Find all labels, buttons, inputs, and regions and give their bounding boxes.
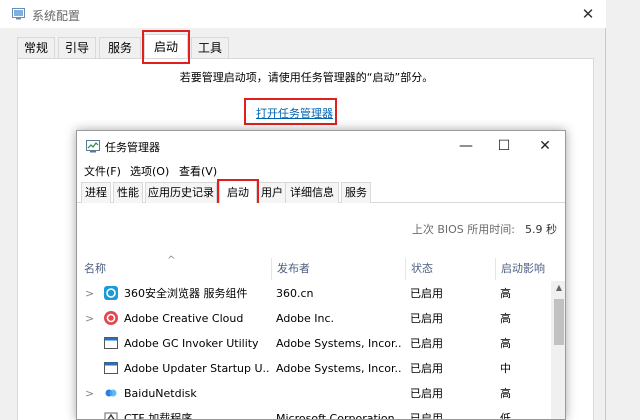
- app-name: BaiduNetdisk: [124, 387, 197, 400]
- system-config-icon: [12, 8, 25, 20]
- close-icon[interactable]: ✕: [575, 4, 601, 24]
- status: 已启用: [410, 412, 443, 420]
- tab-services[interactable]: 服务: [341, 182, 371, 203]
- app-name: 360安全浏览器 服务组件: [124, 287, 248, 300]
- expand-chevron-icon[interactable]: >: [85, 306, 94, 331]
- 360-browser-icon: [104, 286, 118, 300]
- status: 已启用: [410, 312, 443, 325]
- tab-tools[interactable]: 工具: [191, 37, 229, 59]
- publisher: Adobe Systems, Incor...: [276, 362, 401, 375]
- task-manager-title: 任务管理器: [105, 141, 160, 154]
- table-row[interactable]: CTF 加载程序 Microsoft Corporation 已启用 低: [77, 406, 551, 420]
- menu-bar: 文件(F) 选项(O) 查看(V): [77, 161, 565, 179]
- column-status[interactable]: 状态: [405, 258, 495, 280]
- tab-boot[interactable]: 引导: [58, 37, 96, 59]
- application-icon: [104, 337, 118, 349]
- tab-app-history[interactable]: 应用历史记录: [145, 182, 217, 203]
- tab-details[interactable]: 详细信息: [285, 182, 339, 203]
- ctf-loader-icon: [104, 412, 118, 419]
- vertical-scrollbar[interactable]: ▲: [551, 281, 565, 419]
- menu-view[interactable]: 查看(V): [179, 163, 217, 179]
- app-name: Adobe Updater Startup U...: [124, 362, 269, 375]
- startup-impact: 高: [500, 337, 511, 350]
- startup-impact: 高: [500, 312, 511, 325]
- startup-impact: 高: [500, 387, 511, 400]
- startup-impact: 低: [500, 412, 511, 420]
- baidu-netdisk-icon: [105, 389, 117, 397]
- table-row[interactable]: Adobe Updater Startup U... Adobe Systems,…: [77, 356, 551, 381]
- publisher: Adobe Inc.: [276, 312, 335, 325]
- tab-startup[interactable]: 启动: [219, 180, 257, 204]
- status: 已启用: [410, 287, 443, 300]
- close-icon[interactable]: ✕: [533, 137, 557, 155]
- column-startup-impact[interactable]: 启动影响: [495, 258, 565, 280]
- adobe-creative-cloud-icon: [104, 311, 118, 325]
- menu-file[interactable]: 文件(F): [84, 163, 121, 179]
- publisher: Microsoft Corporation: [276, 412, 395, 420]
- status: 已启用: [410, 362, 443, 375]
- bios-time: 上次 BIOS 所用时间: 5.9 秒: [412, 221, 557, 237]
- task-manager-icon: [86, 140, 100, 153]
- publisher: Adobe Systems, Incor...: [276, 337, 401, 350]
- tab-users[interactable]: 用户: [257, 182, 287, 203]
- minimize-icon[interactable]: —: [454, 137, 478, 155]
- table-header: 名称 发布者 状态 启动影响: [77, 258, 565, 280]
- table-row[interactable]: > BaiduNetdisk 已启用 高: [77, 381, 551, 406]
- task-manager-window: 任务管理器 — ☐ ✕ 文件(F) 选项(O) 查看(V) 进程 性能 应用历史…: [76, 130, 566, 420]
- scrollbar-thumb[interactable]: [554, 299, 564, 345]
- system-config-titlebar: 系统配置 ✕: [0, 0, 606, 28]
- maximize-icon[interactable]: ☐: [492, 137, 516, 155]
- bios-time-value: 5.9 秒: [525, 223, 557, 236]
- scroll-up-icon[interactable]: ▲: [551, 283, 565, 292]
- tab-startup[interactable]: 启动: [144, 34, 188, 58]
- status: 已启用: [410, 387, 443, 400]
- open-task-manager-link[interactable]: 打开任务管理器: [256, 105, 333, 121]
- startup-impact: 高: [500, 287, 511, 300]
- publisher: 360.cn: [276, 287, 314, 300]
- task-manager-titlebar: 任务管理器 — ☐ ✕: [77, 131, 565, 161]
- tab-performance[interactable]: 性能: [113, 182, 143, 203]
- task-manager-tabs: 进程 性能 应用历史记录 启动 用户 详细信息 服务: [77, 180, 565, 204]
- system-config-title: 系统配置: [32, 9, 81, 23]
- expand-chevron-icon[interactable]: >: [85, 381, 94, 406]
- application-icon: [104, 362, 118, 374]
- tab-general[interactable]: 常规: [17, 37, 55, 59]
- startup-impact: 中: [500, 362, 511, 375]
- tab-processes[interactable]: 进程: [81, 182, 111, 203]
- app-name: Adobe GC Invoker Utility: [124, 337, 259, 350]
- menu-options[interactable]: 选项(O): [130, 163, 169, 179]
- startup-message: 若要管理启动项，请使用任务管理器的“启动”部分。: [179, 71, 434, 84]
- bios-time-label: 上次 BIOS 所用时间:: [411, 223, 515, 236]
- status: 已启用: [410, 337, 443, 350]
- app-name: CTF 加载程序: [124, 412, 193, 420]
- startup-list-panel: 上次 BIOS 所用时间: 5.9 秒 ^ 名称 发布者 状态 启动影响 >360…: [77, 203, 565, 420]
- app-name: Adobe Creative Cloud: [124, 312, 244, 325]
- column-publisher[interactable]: 发布者: [271, 258, 405, 280]
- table-row[interactable]: > Adobe Creative Cloud Adobe Inc. 已启用 高: [77, 306, 551, 331]
- tab-services[interactable]: 服务: [99, 37, 141, 59]
- column-name[interactable]: 名称: [77, 258, 271, 280]
- table-row[interactable]: Adobe GC Invoker Utility Adobe Systems, I…: [77, 331, 551, 356]
- expand-chevron-icon[interactable]: >: [85, 281, 94, 306]
- table-row[interactable]: >360安全浏览器 服务组件 360.cn 已启用 高: [77, 281, 551, 306]
